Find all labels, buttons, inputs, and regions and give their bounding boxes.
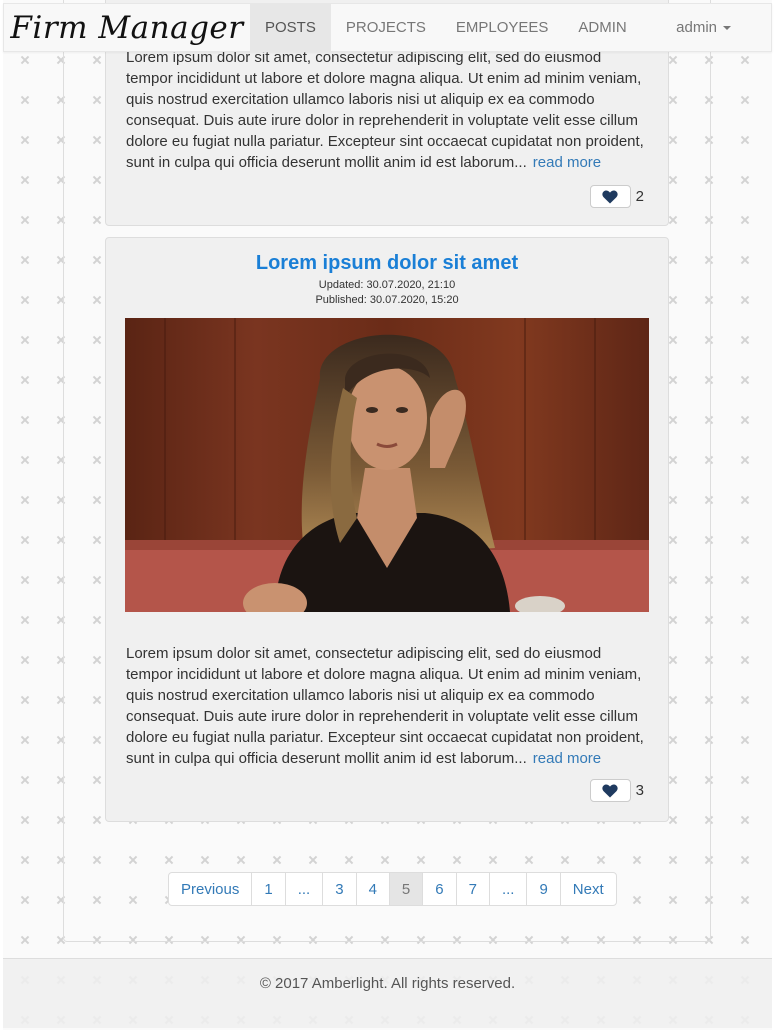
pattern-cross [741,416,749,424]
pattern-cross [741,776,749,784]
post-excerpt-text: Lorem ipsum dolor sit amet, consectetur … [126,645,644,767]
nav-admin[interactable]: ADMIN [563,4,641,51]
pattern-cross [21,776,29,784]
pattern-cross [21,176,29,184]
pattern-cross [741,336,749,344]
page-current[interactable]: 5 [388,872,424,906]
pattern-cross [21,56,29,64]
pattern-cross [741,536,749,544]
page-link[interactable]: 6 [422,872,457,906]
heart-icon [602,784,618,797]
pattern-cross [741,296,749,304]
pattern-cross [21,816,29,824]
page-link[interactable]: 4 [355,872,390,906]
page-ellipsis[interactable]: ... [488,872,528,906]
page-ellipsis[interactable]: ... [284,872,324,906]
page-previous[interactable]: Previous [168,872,253,906]
nav-posts[interactable]: POSTS [250,4,331,51]
pattern-cross [21,856,29,864]
brand-logo[interactable]: Firm Manager [4,4,250,51]
pattern-cross [21,96,29,104]
pattern-cross [21,656,29,664]
heart-icon [602,190,618,203]
pattern-cross [21,896,29,904]
navbar: Firm Manager POSTS PROJECTS EMPLOYEES AD… [3,3,772,52]
pattern-cross [741,216,749,224]
post-published: Published: 30.07.2020, 15:20 [315,294,459,306]
post-updated: Updated: 30.07.2020, 21:10 [318,279,456,291]
pattern-cross [21,416,29,424]
page-link[interactable]: 3 [322,872,357,906]
read-more-link[interactable]: read more [533,750,601,767]
like-button[interactable] [589,779,631,802]
pattern-cross [21,736,29,744]
like-count: 2 [635,188,644,205]
user-menu[interactable]: admin [676,4,771,51]
post-title[interactable]: Lorem ipsum dolor sit amet [106,252,668,275]
pattern-cross [741,696,749,704]
pattern-cross [21,216,29,224]
pattern-cross [21,536,29,544]
pattern-cross [21,496,29,504]
user-name: admin [676,19,717,36]
pattern-cross [21,616,29,624]
pattern-cross [21,696,29,704]
post-excerpt: Lorem ipsum dolor sit amet, consectetur … [126,643,650,769]
pattern-cross [741,376,749,384]
pattern-cross [741,656,749,664]
pattern-cross [21,936,29,944]
read-more-link[interactable]: read more [533,154,601,171]
pattern-cross [741,576,749,584]
pattern-cross [741,176,749,184]
pattern-cross [21,376,29,384]
page-link[interactable]: 9 [526,872,561,906]
page-link[interactable]: 7 [455,872,490,906]
nav-employees[interactable]: EMPLOYEES [441,4,564,51]
pattern-cross [21,336,29,344]
pattern-cross [741,56,749,64]
page-link[interactable]: 1 [251,872,286,906]
like-count: 3 [635,782,644,799]
pattern-cross [741,496,749,504]
post-excerpt-text: Lorem ipsum dolor sit amet, consectetur … [126,49,644,171]
nav-projects[interactable]: PROJECTS [331,4,441,51]
like-button[interactable] [589,185,631,208]
likes: 3 [589,779,644,802]
portrait-image [125,318,649,612]
pattern-cross [741,936,749,944]
pattern-cross [21,576,29,584]
likes: 2 [589,185,644,208]
pattern-cross [741,896,749,904]
copyright-text: © 2017 Amberlight. All rights reserved. [259,975,516,992]
caret-down-icon [723,25,731,30]
pattern-cross [21,256,29,264]
pattern-cross [741,856,749,864]
pattern-cross [741,136,749,144]
page-next[interactable]: Next [559,872,617,906]
post-excerpt: Lorem ipsum dolor sit amet, consectetur … [126,47,650,173]
post-card: Lorem ipsum dolor sit amet Updated: 30.0… [105,237,669,822]
pattern-cross [21,456,29,464]
pattern-cross [21,296,29,304]
pattern-cross [741,96,749,104]
pattern-cross [21,136,29,144]
pattern-cross [741,816,749,824]
pagination: Previous 1 ... 3 4 5 6 7 ... 9 Next [168,872,617,906]
footer: © 2017 Amberlight. All rights reserved. [3,958,772,1028]
post-image [125,318,649,612]
pattern-cross [741,736,749,744]
pattern-cross [741,256,749,264]
pattern-cross [741,616,749,624]
pattern-cross [741,456,749,464]
